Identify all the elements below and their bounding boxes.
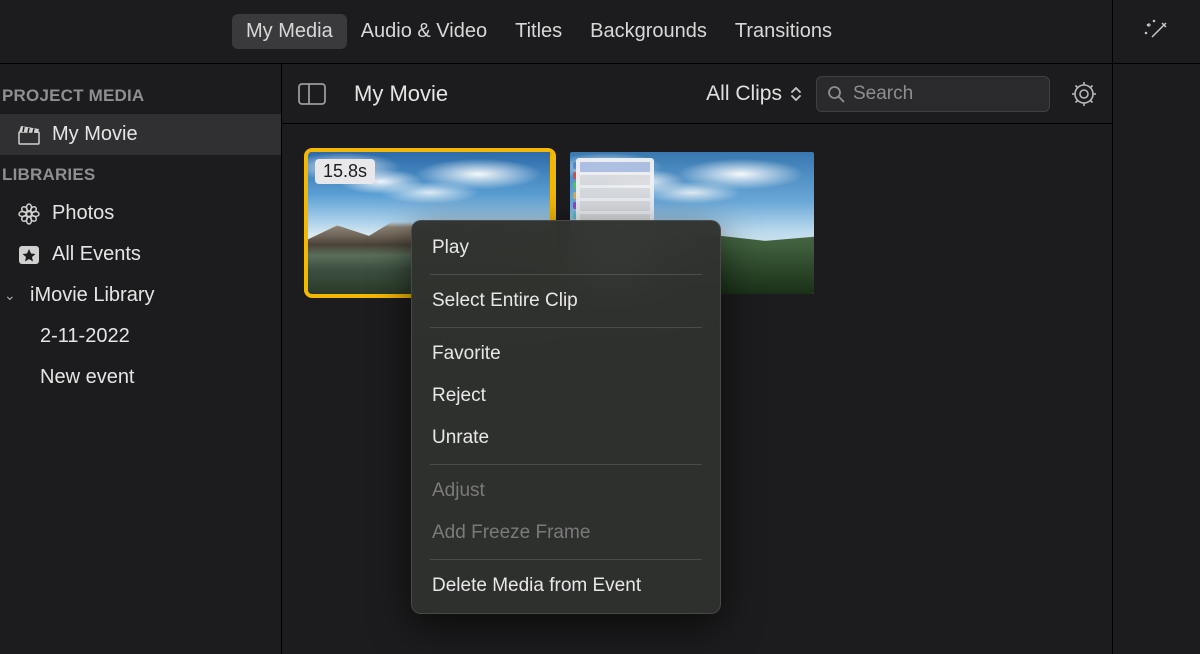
sidebar-item-imovie-library[interactable]: ⌄ iMovie Library: [0, 275, 281, 316]
settings-button[interactable]: [1070, 80, 1098, 108]
section-libraries: LIBRARIES: [0, 155, 281, 193]
enhance-zone: [1112, 0, 1200, 64]
sidebar-item-label: All Events: [52, 243, 141, 266]
tab-backgrounds[interactable]: Backgrounds: [576, 14, 721, 49]
star-box-icon: [18, 245, 40, 265]
tab-transitions[interactable]: Transitions: [721, 14, 846, 49]
menu-adjust: Adjust: [412, 470, 720, 512]
search-box[interactable]: [816, 76, 1050, 112]
search-input[interactable]: [853, 83, 1039, 105]
wand-icon[interactable]: [1142, 17, 1172, 47]
app-header: My Media Audio & Video Titles Background…: [0, 0, 1200, 64]
sidebar-item-label: Photos: [52, 202, 114, 225]
sidebar: PROJECT MEDIA My Movie LIBRARIES Photos …: [0, 64, 282, 654]
sidebar-item-photos[interactable]: Photos: [0, 193, 281, 234]
sidebar-item-new-event[interactable]: New event: [0, 357, 281, 398]
flower-icon: [18, 203, 40, 225]
sidebar-item-label: 2-11-2022: [40, 325, 130, 348]
menu-delete-media[interactable]: Delete Media from Event: [412, 565, 720, 607]
menu-add-freeze-frame: Add Freeze Frame: [412, 512, 720, 554]
menu-reject[interactable]: Reject: [412, 375, 720, 417]
sidebar-item-label: iMovie Library: [30, 284, 154, 307]
menu-favorite[interactable]: Favorite: [412, 333, 720, 375]
right-panel-strip: [1112, 64, 1200, 654]
clip-filter-dropdown[interactable]: All Clips: [706, 82, 802, 106]
gear-icon: [1070, 80, 1098, 108]
duration-badge: 15.8s: [315, 159, 375, 184]
project-title: My Movie: [354, 81, 448, 107]
section-project-media: PROJECT MEDIA: [0, 76, 281, 114]
layout-toggle-button[interactable]: [296, 80, 328, 108]
menu-separator: [430, 327, 702, 328]
browser-toolbar: My Movie All Clips: [282, 64, 1112, 124]
menu-separator: [430, 274, 702, 275]
disclosure-icon[interactable]: ⌄: [4, 287, 16, 304]
sidebar-item-label: My Movie: [52, 123, 138, 146]
menu-unrate[interactable]: Unrate: [412, 417, 720, 459]
filter-label-text: All Clips: [706, 82, 782, 106]
sidebar-item-all-events[interactable]: All Events: [0, 234, 281, 275]
sidebar-item-event-date[interactable]: 2-11-2022: [0, 316, 281, 357]
tab-titles[interactable]: Titles: [501, 14, 576, 49]
menu-play[interactable]: Play: [412, 227, 720, 269]
tab-audio-video[interactable]: Audio & Video: [347, 14, 501, 49]
updown-icon: [790, 85, 802, 103]
sidebar-item-my-movie[interactable]: My Movie: [0, 114, 281, 155]
context-menu: Play Select Entire Clip Favorite Reject …: [411, 220, 721, 614]
sidebar-item-label: New event: [40, 366, 135, 389]
tab-my-media[interactable]: My Media: [232, 14, 347, 49]
menu-select-entire-clip[interactable]: Select Entire Clip: [412, 280, 720, 322]
clapperboard-icon: [18, 125, 40, 145]
menu-separator: [430, 464, 702, 465]
search-icon: [827, 85, 845, 103]
media-tabs: My Media Audio & Video Titles Background…: [232, 14, 846, 49]
menu-separator: [430, 559, 702, 560]
